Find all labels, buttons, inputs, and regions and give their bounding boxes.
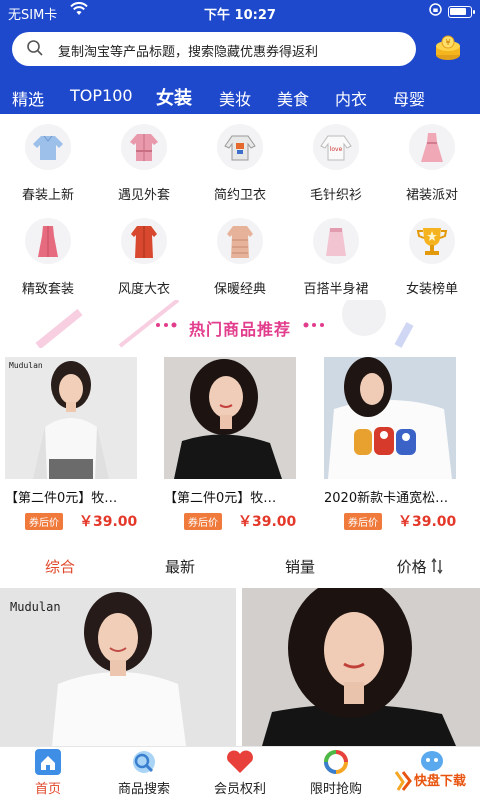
search-input[interactable]: 复制淘宝等产品标题，搜索隐藏优惠券得返利 xyxy=(58,41,318,60)
grid-item-label: 简约卫衣 xyxy=(213,188,266,203)
suit-dress-icon xyxy=(25,218,71,264)
product-image: Mudulan xyxy=(5,357,137,479)
product-list-item[interactable]: Mudulan xyxy=(0,588,236,746)
tab-label: 商品搜索 xyxy=(117,782,170,797)
category-tabs: 精选 TOP100 女装 美妆 美食 内衣 母婴 xyxy=(0,80,480,114)
product-price: ￥39.00 xyxy=(238,514,297,530)
home-icon xyxy=(33,749,63,775)
sort-option-sales[interactable]: 销量 xyxy=(240,556,360,577)
product-image xyxy=(242,588,480,746)
battery-icon xyxy=(448,6,475,18)
tab-label: 限时抢购 xyxy=(309,782,362,797)
coupon-price-tag: 券后价 xyxy=(25,513,63,530)
tab-category-5[interactable]: 美食 xyxy=(277,86,309,110)
grid-item-label: 裙装派对 xyxy=(405,188,458,203)
product-name: 2020新款卡通宽松… xyxy=(324,491,449,506)
tab-category-2[interactable]: TOP100 xyxy=(70,86,133,105)
rainbow-ring-icon xyxy=(321,749,351,775)
product-name: 【第二件0元】牧… xyxy=(5,491,118,506)
product-image xyxy=(324,357,456,479)
tab-category-7[interactable]: 母婴 xyxy=(393,86,425,110)
watermark-text: 快盘下载 xyxy=(414,774,467,789)
svg-text:love: love xyxy=(330,146,343,153)
grid-item-label: 毛针织衫 xyxy=(309,188,362,203)
tab-category-1[interactable]: 精选 xyxy=(12,86,44,110)
product-brand-text: Mudulan xyxy=(10,600,61,614)
sort-option-default[interactable]: 综合 xyxy=(0,556,120,577)
grid-item-ranking[interactable]: 女装榜单 xyxy=(384,218,480,308)
tab-member-rights[interactable]: 会员权利 xyxy=(192,747,288,800)
grid-item-label: 遇见外套 xyxy=(117,188,170,203)
search-icon xyxy=(26,39,44,57)
hot-product-card[interactable]: 【第二件0元】牧… 券后价 ￥39.00 xyxy=(164,357,296,533)
product-image xyxy=(164,357,296,479)
watermark-logo-icon xyxy=(394,771,412,791)
tab-flash-sale[interactable]: 限时抢购 xyxy=(288,747,384,800)
grid-item-overcoat[interactable]: 风度大衣 xyxy=(96,218,192,308)
status-bar: 无SIM卡 下午 10:27 xyxy=(0,0,480,24)
grid-item-coat[interactable]: 遇见外套 xyxy=(96,124,192,214)
app-header: 无SIM卡 下午 10:27 复制淘宝等产品标题，搜索隐藏优惠券得返利 ¥ 精选… xyxy=(0,0,480,114)
skirt-icon xyxy=(313,218,359,264)
orientation-lock-icon xyxy=(429,3,442,19)
grid-item-label: 保暖经典 xyxy=(213,282,266,297)
sort-bar: 综合 最新 销量 价格 xyxy=(0,548,480,582)
svg-text:¥: ¥ xyxy=(445,38,450,47)
clock: 下午 10:27 xyxy=(204,8,276,23)
knit-sweater-icon: love xyxy=(313,124,359,170)
grid-item-skirt[interactable]: 百搭半身裙 xyxy=(288,218,384,308)
hot-section-title: 热门商品推荐 xyxy=(188,320,291,339)
site-watermark: 快盘下载 xyxy=(394,768,478,798)
coupon-price-tag: 券后价 xyxy=(184,513,222,530)
tab-label: 会员权利 xyxy=(213,782,266,797)
tab-product-search[interactable]: 商品搜索 xyxy=(96,747,192,800)
grid-item-sweatshirt[interactable]: 简约卫衣 xyxy=(192,124,288,214)
down-jacket-icon xyxy=(217,218,263,264)
grid-item-suit[interactable]: 精致套装 xyxy=(0,218,96,308)
grid-item-label: 风度大衣 xyxy=(117,282,170,297)
blouse-icon xyxy=(25,124,71,170)
heart-icon xyxy=(225,749,255,775)
product-list-item[interactable] xyxy=(242,588,480,746)
hot-product-card[interactable]: Mudulan 【第二件0元】牧… 券后价 ￥39.00 xyxy=(5,357,137,533)
sort-option-price[interactable]: 价格 xyxy=(360,556,480,578)
tab-category-3[interactable]: 女装 xyxy=(156,84,192,110)
tab-home[interactable]: 首页 xyxy=(0,747,96,800)
tab-label: 首页 xyxy=(34,782,61,797)
product-brand-text: Mudulan xyxy=(9,361,43,370)
coat-icon xyxy=(121,124,167,170)
grid-item-label: 春装上新 xyxy=(21,188,74,203)
coupon-price-tag: 券后价 xyxy=(344,513,382,530)
product-price: ￥39.00 xyxy=(398,514,457,530)
grid-item-spring[interactable]: 春装上新 xyxy=(0,124,96,214)
grid-item-label: 百搭半身裙 xyxy=(303,282,369,297)
sweatshirt-icon xyxy=(217,124,263,170)
coin-reward-icon[interactable]: ¥ xyxy=(434,34,462,62)
sort-option-newest[interactable]: 最新 xyxy=(120,556,240,577)
sort-option-price-label: 价格 xyxy=(396,558,427,576)
hot-section-banner: 热门商品推荐 xyxy=(0,300,480,348)
tab-category-6[interactable]: 内衣 xyxy=(335,86,367,110)
hot-product-card[interactable]: 2020新款卡通宽松… 券后价 ￥39.00 xyxy=(324,357,456,533)
product-price: ￥39.00 xyxy=(79,514,138,530)
trophy-icon xyxy=(409,218,455,264)
grid-item-label: 女装榜单 xyxy=(405,282,458,297)
sort-arrows-icon xyxy=(431,557,443,578)
tab-category-4[interactable]: 美妆 xyxy=(219,86,251,110)
dress-icon xyxy=(409,124,455,170)
search-bar[interactable]: 复制淘宝等产品标题，搜索隐藏优惠券得返利 xyxy=(12,32,416,66)
search-globe-icon xyxy=(129,749,159,775)
overcoat-icon xyxy=(121,218,167,264)
grid-item-knit[interactable]: love 毛针织衫 xyxy=(288,124,384,214)
grid-item-warm[interactable]: 保暖经典 xyxy=(192,218,288,308)
product-name: 【第二件0元】牧… xyxy=(164,491,277,506)
grid-item-label: 精致套装 xyxy=(21,282,74,297)
grid-item-dress[interactable]: 裙装派对 xyxy=(384,124,480,214)
